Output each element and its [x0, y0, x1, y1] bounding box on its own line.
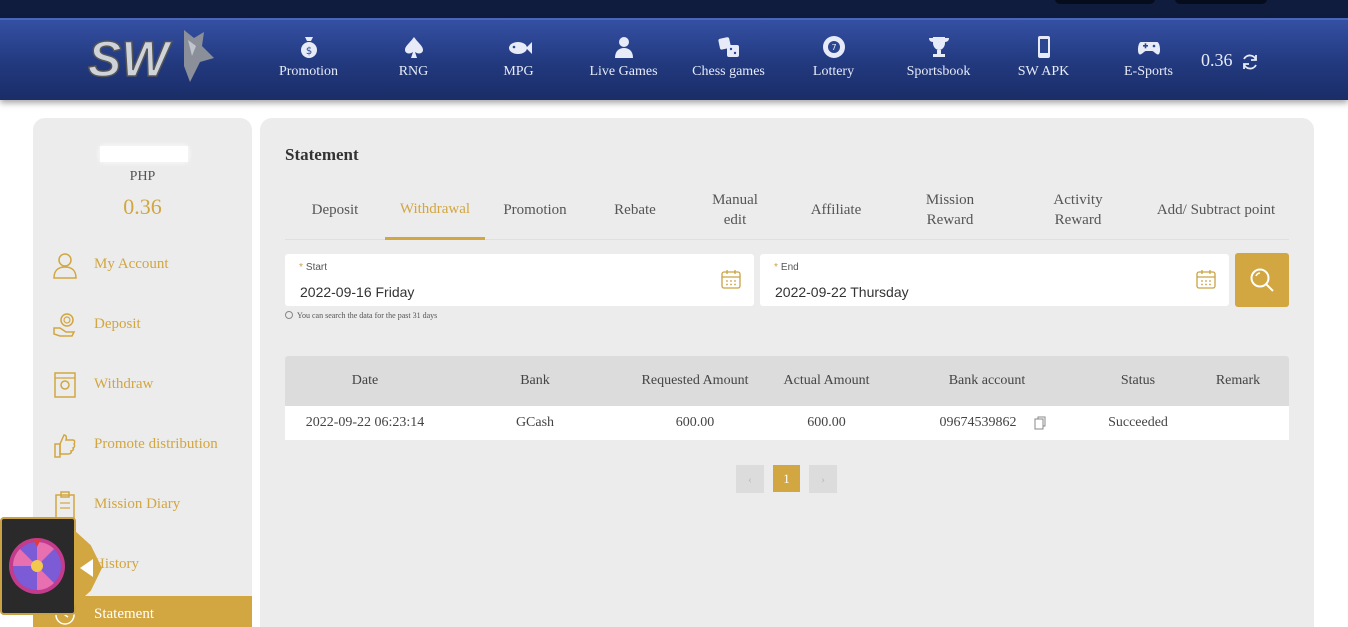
copy-icon[interactable]	[1034, 416, 1046, 430]
tab-withdrawal[interactable]: Withdrawal	[385, 180, 485, 240]
top-nav-bar: SW $ Promotion RNG MPG Live Games Chess …	[0, 18, 1348, 100]
statement-panel: Statement Deposit Withdrawal Promotion R…	[260, 118, 1314, 627]
page-1-button[interactable]: 1	[773, 465, 800, 492]
top-button[interactable]	[1055, 0, 1155, 4]
start-label: Start	[305, 262, 328, 273]
search-button[interactable]	[1235, 253, 1289, 307]
svg-text:7: 7	[831, 43, 836, 52]
search-icon	[1250, 268, 1274, 292]
col-bank: Bank	[520, 373, 550, 388]
tab-rebate[interactable]: Rebate	[585, 180, 685, 240]
tab-mission-reward[interactable]: Mission Reward	[905, 180, 995, 240]
withdraw-icon	[54, 372, 76, 398]
end-label: End	[780, 262, 799, 273]
calendar-icon[interactable]	[1195, 268, 1217, 290]
sidebar-item-my-account[interactable]: My Account	[48, 246, 252, 286]
gamepad-icon	[1096, 34, 1201, 62]
svg-text:SW: SW	[88, 31, 172, 87]
nav-rng[interactable]: RNG	[361, 34, 466, 80]
tab-deposit[interactable]: Deposit	[285, 180, 385, 240]
nav-lottery[interactable]: 7 Lottery	[781, 34, 886, 80]
end-date-value: 2022-09-22 Thursday	[775, 284, 909, 300]
trophy-icon	[886, 34, 991, 62]
next-page-button[interactable]: ›	[809, 465, 837, 493]
tab-manual-edit[interactable]: Manual edit	[700, 180, 770, 240]
top-strip	[0, 0, 1348, 20]
tab-affiliate[interactable]: Affiliate	[785, 180, 887, 240]
col-date: Date	[351, 373, 379, 388]
sidebar-item-promote-distribution[interactable]: Promote distribution	[48, 426, 252, 466]
start-date-value: 2022-09-16 Friday	[300, 284, 415, 300]
username-redacted	[100, 146, 188, 162]
sidebar-item-mission-diary[interactable]: Mission Diary	[48, 486, 252, 526]
collapse-arrow-icon[interactable]	[80, 559, 93, 577]
prev-page-button[interactable]: ‹	[736, 465, 764, 493]
sidebar-item-deposit[interactable]: Deposit	[48, 306, 252, 346]
thumbs-up-icon	[54, 434, 76, 458]
cell-actual-amount: 600.00	[807, 415, 846, 430]
sidebar-item-withdraw[interactable]: Withdraw	[48, 366, 252, 406]
col-actual-amount: Actual Amount	[783, 373, 870, 388]
info-icon	[285, 311, 293, 319]
top-button[interactable]	[1175, 0, 1267, 4]
start-date-field[interactable]: * Start 2022-09-16 Friday	[285, 254, 754, 306]
cell-status: Succeeded	[1108, 415, 1168, 430]
tab-promotion[interactable]: Promotion	[485, 180, 585, 240]
lucky-wheel-icon[interactable]	[8, 537, 66, 595]
fish-icon	[466, 34, 571, 62]
dealer-icon	[571, 34, 676, 62]
col-bank-account: Bank account	[948, 373, 1026, 388]
money-bag-icon: $	[256, 34, 361, 62]
col-remark: Remark	[1215, 373, 1261, 388]
tab-activity-reward[interactable]: Activity Reward	[1030, 180, 1126, 240]
nav-e-sports[interactable]: E-Sports	[1096, 34, 1201, 80]
header-balance: 0.36	[1201, 50, 1233, 70]
tab-add-subtract-point[interactable]: Add/ Subtract point	[1155, 180, 1277, 240]
nav-chess-games[interactable]: Chess games	[676, 34, 781, 80]
cell-bank: GCash	[515, 415, 555, 430]
deposit-hand-icon	[53, 313, 76, 337]
nav-promotion[interactable]: $ Promotion	[256, 34, 361, 80]
lottery-ball-icon: 7	[781, 34, 886, 62]
table-row: 2022-09-22 06:23:14 GCash 600.00 600.00 …	[285, 406, 1289, 440]
calendar-icon[interactable]	[720, 268, 742, 290]
col-requested-amount: Requested Amount	[641, 373, 749, 388]
search-hint: You can search the data for the past 31 …	[285, 311, 437, 320]
nav-live-games[interactable]: Live Games	[571, 34, 676, 80]
refresh-icon[interactable]	[1240, 52, 1260, 72]
nav-sw-apk[interactable]: SW APK	[991, 34, 1096, 80]
svg-text:$: $	[305, 46, 311, 57]
spade-icon	[361, 34, 466, 62]
table-header: Date Bank Requested Amount Actual Amount…	[285, 356, 1289, 406]
cell-requested-amount: 600.00	[675, 415, 715, 430]
col-status: Status	[1120, 373, 1156, 388]
currency-label: PHP	[129, 169, 156, 184]
logo[interactable]: SW	[84, 26, 220, 90]
statement-tabs: Deposit Withdrawal Promotion Rebate Manu…	[285, 180, 1289, 240]
page-title: Statement	[285, 145, 359, 164]
clipboard-icon	[55, 491, 75, 519]
sidebar-balance: 0.36	[123, 194, 162, 219]
cell-bank-account: 09674539862	[939, 415, 1017, 430]
user-icon	[53, 253, 77, 279]
nav-mpg[interactable]: MPG	[466, 34, 571, 80]
dice-icon	[676, 34, 781, 62]
cell-date: 2022-09-22 06:23:14	[305, 415, 425, 430]
phone-icon	[991, 34, 1096, 62]
end-date-field[interactable]: * End 2022-09-22 Thursday	[760, 254, 1229, 306]
cell-remark	[1191, 406, 1285, 440]
nav-sportsbook[interactable]: Sportsbook	[886, 34, 991, 80]
